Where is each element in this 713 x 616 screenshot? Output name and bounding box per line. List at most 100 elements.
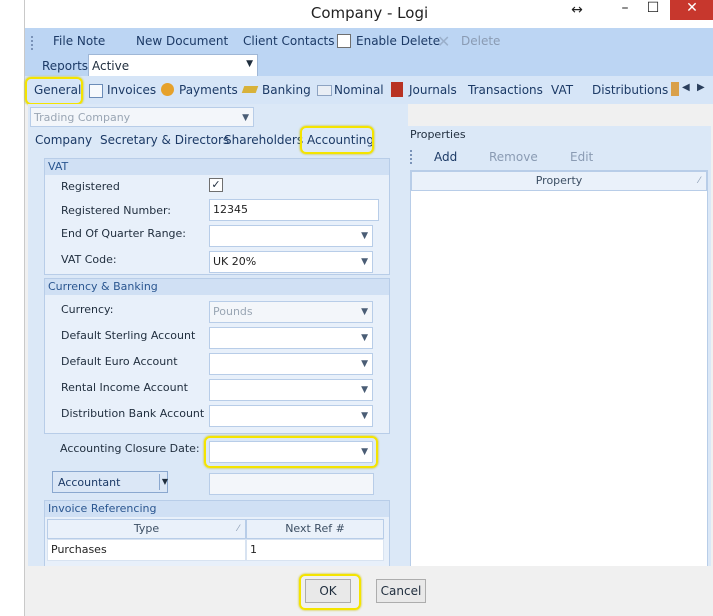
accountant-input[interactable] [209, 473, 374, 495]
registered-number-input[interactable]: 12345 [209, 199, 379, 221]
company-window: Company - Logi ↔ – ☐ ✕ File Note New Doc… [24, 0, 713, 616]
window-title: Company - Logi [310, 4, 429, 22]
chevron-down-icon: ▼ [361, 333, 368, 343]
accounting-subtab-highlight [300, 126, 374, 154]
banking-icon [241, 86, 259, 93]
file-note-button[interactable]: File Note [53, 34, 105, 48]
sort-icon: ⁄ [237, 524, 239, 534]
currency-value: Pounds [213, 305, 253, 318]
tab-banking[interactable]: Banking [262, 83, 311, 97]
invoices-icon [89, 84, 103, 98]
rental-income-select[interactable]: ▼ [209, 379, 373, 401]
add-property-button[interactable]: Add [434, 150, 457, 164]
properties-grip-icon [410, 150, 414, 164]
maximize-button[interactable]: ☐ [641, 0, 665, 22]
delete-button[interactable]: Delete [461, 34, 500, 48]
more-tabs-icon [671, 82, 679, 96]
tab-journals[interactable]: Journals [409, 83, 457, 97]
edit-property-button[interactable]: Edit [570, 150, 593, 164]
end-of-quarter-select[interactable]: ▼ [209, 225, 373, 247]
cancel-button[interactable]: Cancel [376, 579, 426, 603]
enable-delete-label: Enable Delete [356, 34, 441, 48]
properties-panel: Properties Add Remove Edit Property ⁄ [408, 126, 711, 568]
company-type-value: Trading Company [34, 111, 131, 124]
distribution-bank-label: Distribution Bank Account [61, 407, 205, 420]
reports-select[interactable]: Active ▼ [88, 54, 258, 78]
row-next-cell: 1 [250, 543, 257, 556]
subtab-secretary-directors[interactable]: Secretary & Directors [100, 133, 229, 147]
minimize-button[interactable]: – [613, 0, 637, 22]
close-button[interactable]: ✕ [670, 0, 713, 20]
rental-income-label: Rental Income Account [61, 381, 188, 394]
end-of-quarter-label: End Of Quarter Range: [61, 227, 186, 240]
new-document-button[interactable]: New Document [136, 34, 228, 48]
chevron-down-icon: ▼ [361, 385, 368, 395]
distribution-bank-select[interactable]: ▼ [209, 405, 373, 427]
scroll-left-icon[interactable]: ◀ [682, 82, 690, 93]
chevron-down-icon: ▼ [361, 359, 368, 369]
tab-payments[interactable]: Payments [179, 83, 238, 97]
vat-code-value: UK 20% [213, 255, 257, 268]
tab-distributions[interactable]: Distributions [592, 83, 668, 97]
tab-invoices[interactable]: Invoices [107, 83, 156, 97]
column-header-property[interactable]: Property ⁄ [411, 171, 707, 191]
reports-label: Reports [42, 59, 89, 73]
column-header-next-ref[interactable]: Next Ref # [246, 519, 384, 539]
ribbon-grip-icon [31, 36, 35, 50]
closure-date-highlight [204, 436, 378, 468]
reports-value: Active [92, 59, 130, 73]
remove-property-button[interactable]: Remove [489, 150, 538, 164]
properties-list[interactable]: Property ⁄ [410, 170, 708, 568]
resize-icon[interactable]: ↔ [565, 2, 589, 24]
subtab-shareholders[interactable]: Shareholders [224, 133, 303, 147]
currency-select[interactable]: Pounds ▼ [209, 301, 373, 323]
currency-label: Currency: [61, 303, 114, 316]
tab-nominal[interactable]: Nominal [334, 83, 384, 97]
subtab-company[interactable]: Company [35, 133, 92, 147]
sort-icon: ⁄ [698, 176, 700, 186]
company-type-select[interactable]: Trading Company ▼ [30, 107, 254, 127]
default-euro-label: Default Euro Account [61, 355, 178, 368]
chevron-down-icon: ▼ [246, 59, 253, 69]
registered-label: Registered [61, 180, 120, 193]
properties-header: Properties [410, 128, 466, 141]
ok-button-highlight [299, 574, 361, 610]
registered-checkbox[interactable]: ✓ [209, 178, 223, 192]
default-euro-select[interactable]: ▼ [209, 353, 373, 375]
type-column-label: Type [133, 522, 160, 535]
toolbar-ribbon: File Note New Document Client Contacts E… [25, 28, 713, 78]
chevron-down-icon: ▼ [361, 231, 368, 241]
vat-group: VAT Registered ✓ Registered Number: 1234… [44, 158, 390, 275]
scroll-right-icon[interactable]: ▶ [697, 82, 705, 93]
company-details-panel: Trading Company ▼ Company Secretary & Di… [28, 104, 408, 568]
invoice-referencing-group: Invoice Referencing Type ⁄ Next Ref # Pu… [44, 500, 390, 568]
enable-delete-checkbox[interactable] [337, 34, 351, 48]
default-sterling-select[interactable]: ▼ [209, 327, 373, 349]
vat-group-header: VAT [45, 159, 389, 175]
vat-code-select[interactable]: UK 20% ▼ [209, 251, 373, 273]
tab-transactions[interactable]: Transactions [468, 83, 543, 97]
general-tab-highlight [25, 77, 83, 105]
closure-date-label: Accounting Closure Date: [60, 442, 200, 455]
journals-icon [391, 82, 403, 97]
main-tabs: General Invoices Payments Banking Nomina… [25, 76, 713, 105]
vat-code-label: VAT Code: [61, 253, 117, 266]
currency-banking-group: Currency & Banking Currency: Pounds ▼ De… [44, 278, 390, 434]
column-header-type[interactable]: Type ⁄ [47, 519, 246, 539]
invoice-referencing-header: Invoice Referencing [45, 501, 389, 517]
table-row[interactable]: Purchases [47, 539, 246, 561]
registered-number-label: Registered Number: [61, 204, 171, 217]
default-sterling-label: Default Sterling Account [61, 329, 196, 342]
title-bar: Company - Logi ↔ – ☐ ✕ [25, 0, 713, 28]
nominal-icon [317, 85, 332, 96]
property-column-label: Property [535, 174, 583, 187]
footer-bar: OK Cancel [25, 566, 713, 616]
client-contacts-button[interactable]: Client Contacts [243, 34, 335, 48]
table-row-next-ref[interactable]: 1 [246, 539, 384, 561]
tab-vat[interactable]: VAT [551, 83, 573, 97]
chevron-down-icon: ▼ [159, 474, 170, 490]
chevron-down-icon: ▼ [242, 113, 249, 123]
chevron-down-icon: ▼ [361, 257, 368, 267]
delete-icon: ✕ [437, 32, 451, 51]
accountant-dropdown-button[interactable]: Accountant ▼ [52, 471, 168, 493]
